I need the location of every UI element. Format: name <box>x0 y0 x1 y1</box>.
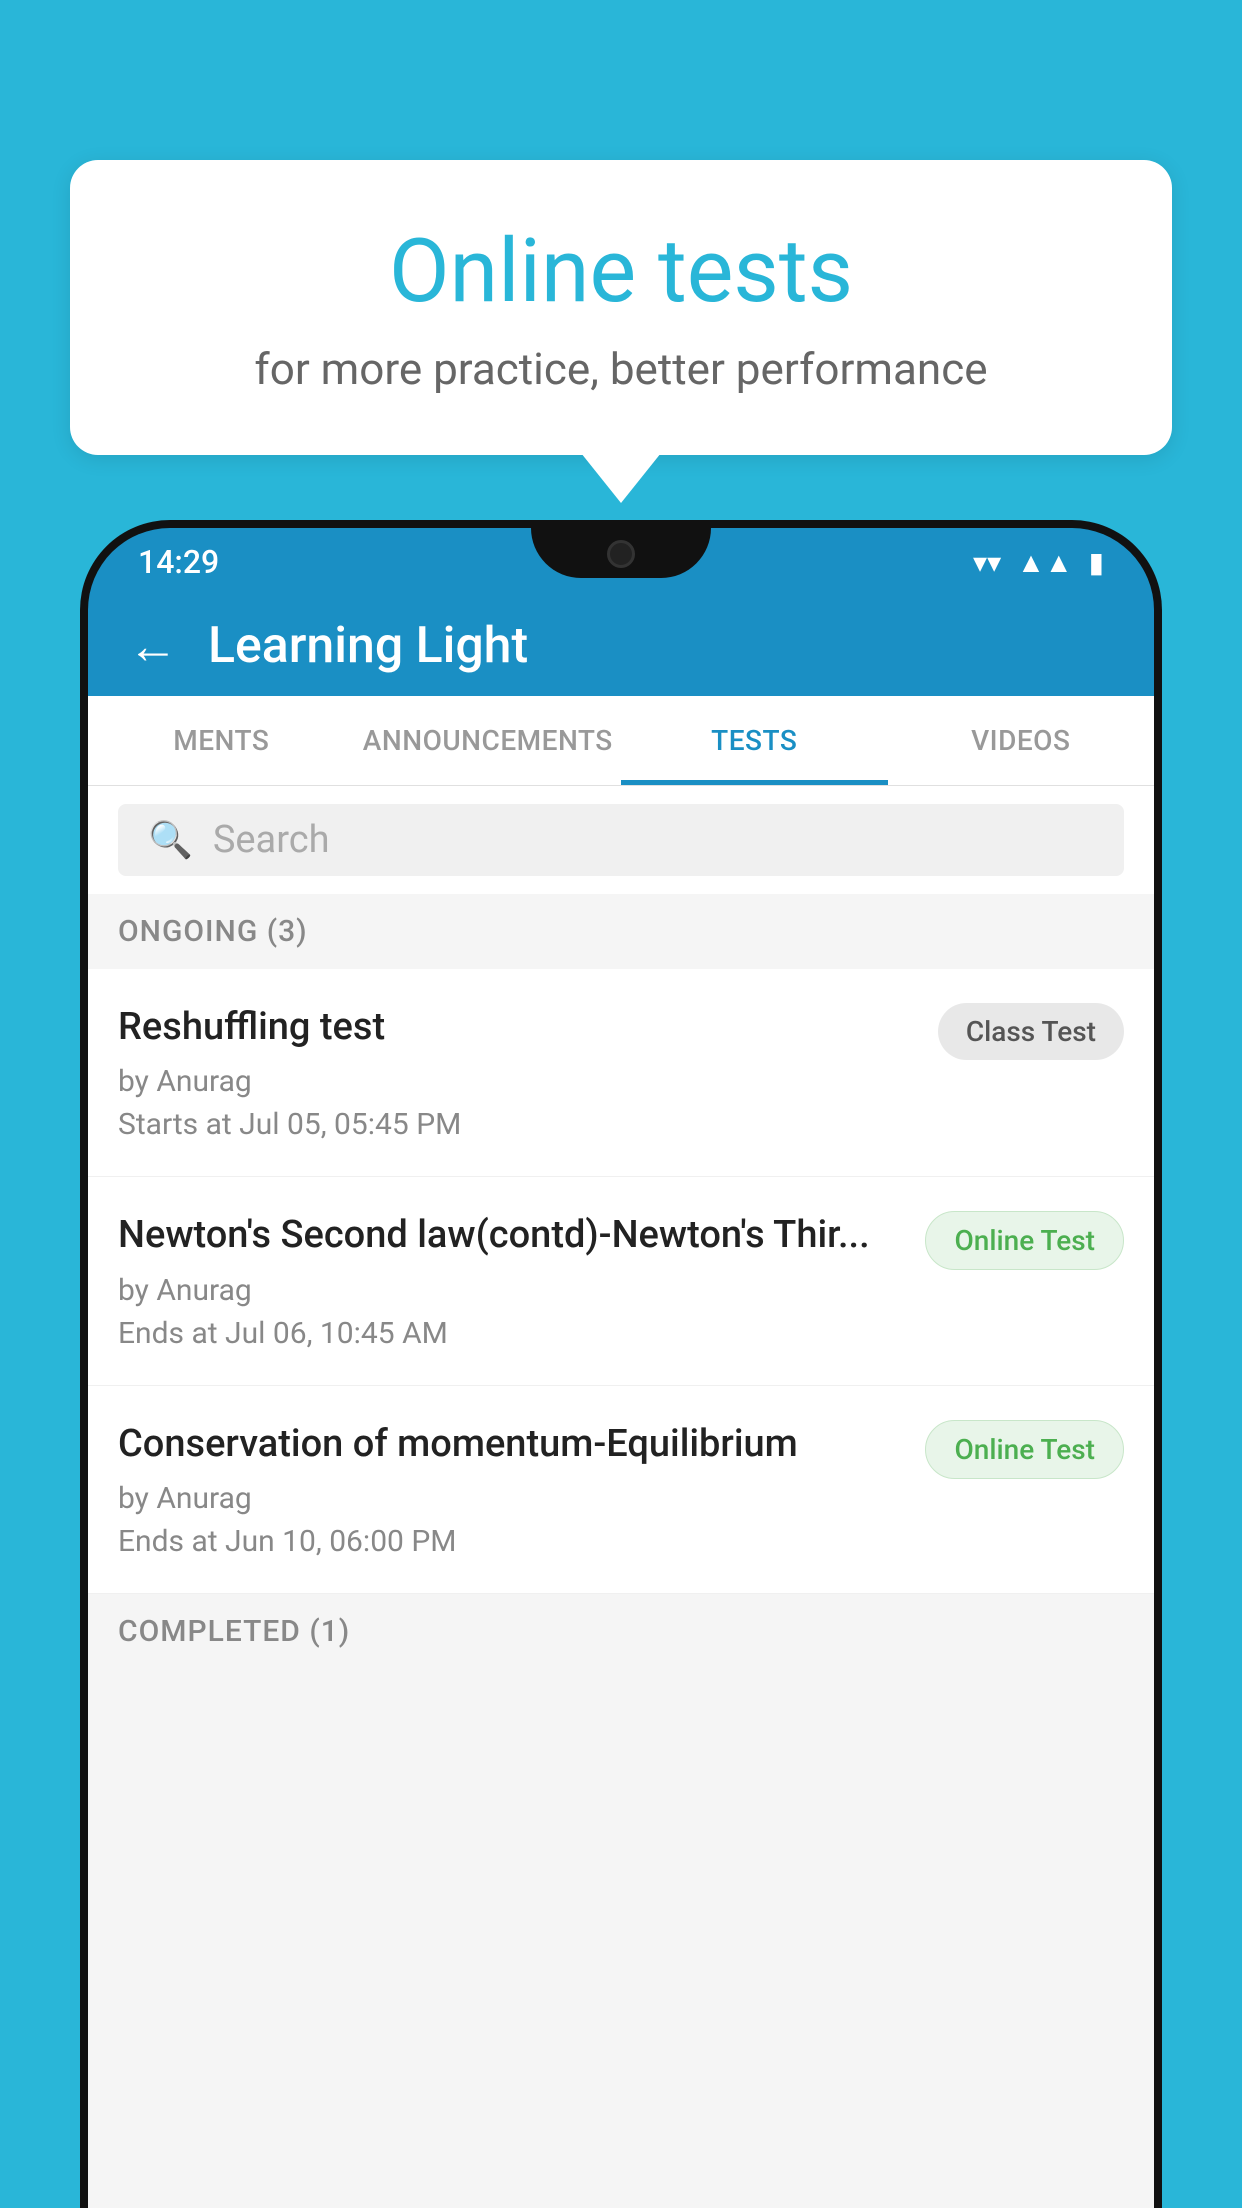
test-badge-online: Online Test <box>925 1211 1124 1270</box>
test-item[interactable]: Newton's Second law(contd)-Newton's Thir… <box>88 1177 1154 1385</box>
test-name: Reshuffling test <box>118 1003 918 1052</box>
bubble-subtitle: for more practice, better performance <box>150 343 1092 395</box>
phone-screen: 14:29 ▾▾ ▲▲ ▮ ← Learning Light MENTS ANN… <box>88 528 1154 2208</box>
test-info: Conservation of momentum-Equilibrium by … <box>118 1420 925 1559</box>
test-time: Starts at Jul 05, 05:45 PM <box>118 1107 918 1142</box>
status-bar: 14:29 ▾▾ ▲▲ ▮ <box>88 528 1154 596</box>
wifi-icon: ▾▾ <box>973 546 1001 579</box>
test-time: Ends at Jun 10, 06:00 PM <box>118 1524 905 1559</box>
test-info: Reshuffling test by Anurag Starts at Jul… <box>118 1003 938 1142</box>
search-bar[interactable]: 🔍 Search <box>118 804 1124 876</box>
test-item[interactable]: Conservation of momentum-Equilibrium by … <box>88 1386 1154 1594</box>
app-title: Learning Light <box>208 617 528 675</box>
test-name: Conservation of momentum-Equilibrium <box>118 1420 905 1469</box>
test-time: Ends at Jul 06, 10:45 AM <box>118 1316 905 1351</box>
app-header: ← Learning Light <box>88 596 1154 696</box>
camera <box>607 540 635 568</box>
speech-bubble-container: Online tests for more practice, better p… <box>70 160 1172 455</box>
test-author: by Anurag <box>118 1064 918 1099</box>
tab-announcements[interactable]: ANNOUNCEMENTS <box>355 696 622 785</box>
screen-content: 🔍 Search ONGOING (3) Reshuffling test by… <box>88 786 1154 2208</box>
test-author: by Anurag <box>118 1481 905 1516</box>
test-badge-online: Online Test <box>925 1420 1124 1479</box>
search-container: 🔍 Search <box>88 786 1154 894</box>
phone-frame: 14:29 ▾▾ ▲▲ ▮ ← Learning Light MENTS ANN… <box>80 520 1162 2208</box>
test-author: by Anurag <box>118 1273 905 1308</box>
completed-section-header: COMPLETED (1) <box>88 1594 1154 1669</box>
back-button[interactable]: ← <box>128 617 178 676</box>
search-icon: 🔍 <box>148 819 193 861</box>
ongoing-section-header: ONGOING (3) <box>88 894 1154 969</box>
test-name: Newton's Second law(contd)-Newton's Thir… <box>118 1211 905 1260</box>
status-icons: ▾▾ ▲▲ ▮ <box>973 546 1104 579</box>
tab-tests[interactable]: TESTS <box>621 696 888 785</box>
tab-ments[interactable]: MENTS <box>88 696 355 785</box>
speech-bubble: Online tests for more practice, better p… <box>70 160 1172 455</box>
notch <box>531 528 711 578</box>
test-badge-class: Class Test <box>938 1003 1124 1060</box>
search-input[interactable]: Search <box>213 818 330 862</box>
tabs-container: MENTS ANNOUNCEMENTS TESTS VIDEOS <box>88 696 1154 786</box>
tab-videos[interactable]: VIDEOS <box>888 696 1155 785</box>
battery-icon: ▮ <box>1089 546 1104 579</box>
status-time: 14:29 <box>138 543 219 581</box>
test-item[interactable]: Reshuffling test by Anurag Starts at Jul… <box>88 969 1154 1177</box>
bubble-title: Online tests <box>150 220 1092 323</box>
test-info: Newton's Second law(contd)-Newton's Thir… <box>118 1211 925 1350</box>
signal-icon: ▲▲ <box>1017 546 1072 579</box>
